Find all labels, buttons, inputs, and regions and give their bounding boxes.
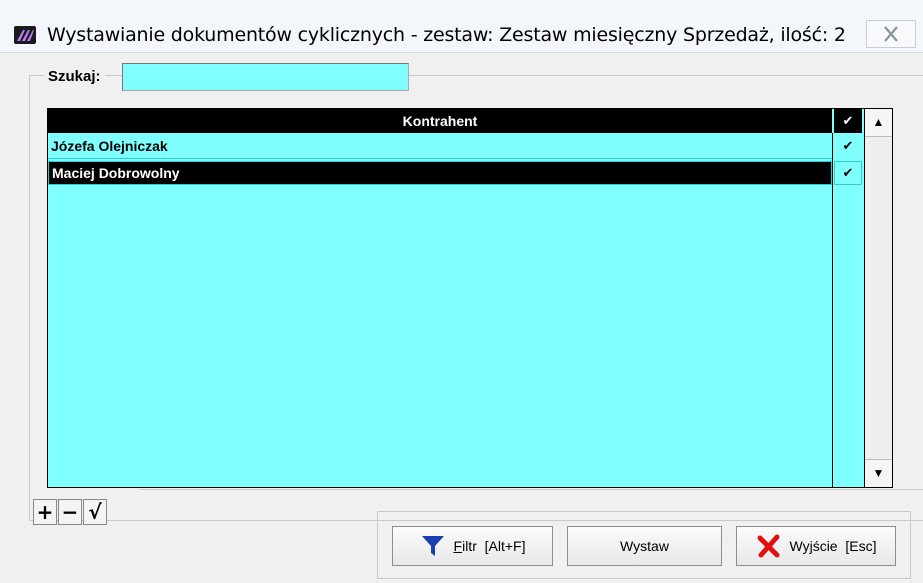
app-logo-icon bbox=[14, 26, 36, 44]
divider bbox=[140, 489, 923, 490]
column-divider bbox=[832, 133, 833, 487]
close-button[interactable] bbox=[866, 20, 916, 48]
issue-button-label: Wystaw bbox=[620, 538, 669, 554]
dialog-window: Wystawianie dokumentów cyklicznych - zes… bbox=[0, 0, 923, 583]
search-input[interactable] bbox=[122, 63, 409, 91]
close-x-icon bbox=[756, 533, 782, 559]
issue-button[interactable]: Wystaw bbox=[567, 526, 722, 566]
scroll-down-icon[interactable]: ▼ bbox=[865, 459, 892, 487]
title-bar: Wystawianie dokumentów cyklicznych - zes… bbox=[0, 0, 923, 53]
search-label: Szukaj: bbox=[44, 68, 105, 85]
confirm-row-button[interactable]: √ bbox=[83, 499, 107, 525]
row-checkmark[interactable]: ✔ bbox=[834, 161, 862, 185]
remove-row-button[interactable]: − bbox=[58, 499, 82, 525]
column-header-contractor[interactable]: Kontrahent bbox=[48, 109, 832, 133]
add-row-button[interactable]: + bbox=[33, 499, 57, 525]
column-header-check[interactable]: ✔ bbox=[834, 109, 862, 133]
exit-button[interactable]: Wyjście [Esc] bbox=[736, 526, 896, 566]
dialog-client-area: Szukaj: Kontrahent ✔ Józefa Olejniczak ✔… bbox=[0, 53, 923, 583]
scroll-up-icon[interactable]: ▲ bbox=[865, 109, 892, 137]
filter-icon bbox=[420, 533, 446, 559]
exit-button-label: Wyjście [Esc] bbox=[789, 538, 877, 554]
row-separator bbox=[48, 158, 832, 159]
filter-button[interactable]: Filtr [Alt+F] bbox=[392, 526, 553, 566]
filter-button-label: iltr [Alt+F] bbox=[462, 538, 526, 554]
row-checkmark[interactable]: ✔ bbox=[834, 134, 862, 158]
close-icon bbox=[884, 26, 898, 42]
table-row-selected[interactable]: Maciej Dobrowolny bbox=[48, 161, 832, 185]
vertical-scrollbar[interactable]: ▲ ▼ bbox=[865, 108, 893, 488]
contractors-grid[interactable]: Kontrahent ✔ Józefa Olejniczak ✔ Maciej … bbox=[47, 108, 865, 488]
filter-button-mnemonic: F bbox=[453, 538, 463, 554]
table-row[interactable]: Józefa Olejniczak bbox=[48, 134, 832, 158]
window-title: Wystawianie dokumentów cyklicznych - zes… bbox=[47, 24, 846, 46]
